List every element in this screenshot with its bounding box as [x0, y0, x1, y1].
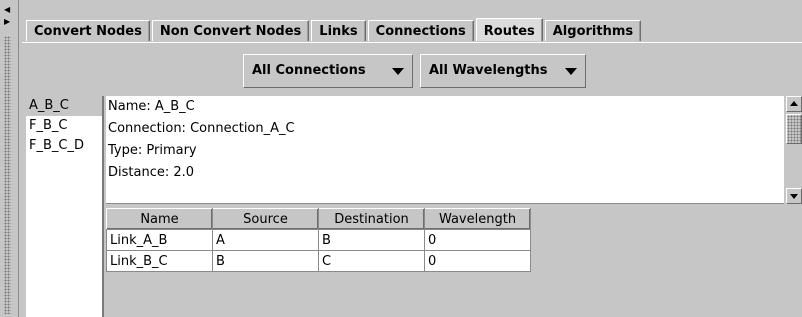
column-header-source[interactable]: Source	[212, 208, 319, 230]
table-row[interactable]: Link_A_B A B 0	[106, 229, 531, 251]
route-type: Type: Primary	[108, 143, 197, 158]
route-connection: Connection: Connection_A_C	[108, 121, 295, 136]
arrow-down-icon	[790, 194, 798, 199]
connection-filter-dropdown[interactable]: All Connections	[243, 54, 413, 88]
tab-bar: Convert Nodes Non Convert Nodes Links Co…	[26, 18, 643, 43]
column-header-wavelength[interactable]: Wavelength	[424, 208, 531, 230]
chevron-down-icon	[392, 68, 404, 75]
wavelength-filter-value: All Wavelengths	[429, 63, 548, 78]
route-links-table: Name Source Destination Wavelength Link_…	[106, 208, 531, 272]
link-name-cell[interactable]: Link_B_C	[106, 250, 213, 272]
link-destination-cell[interactable]: B	[318, 229, 425, 251]
link-wavelength-cell[interactable]: 0	[424, 229, 531, 251]
arrow-up-icon	[790, 101, 798, 106]
link-source-cell[interactable]: B	[212, 250, 319, 272]
scroll-down-button[interactable]	[786, 188, 802, 204]
scroll-up-button[interactable]	[786, 96, 802, 112]
table-header-row: Name Source Destination Wavelength	[106, 208, 531, 230]
tab-algorithms[interactable]: Algorithms	[544, 20, 642, 41]
details-scrollbar[interactable]	[786, 96, 802, 204]
filter-bar: All Connections All Wavelengths	[0, 54, 802, 90]
route-list[interactable]: A_B_C F_B_C F_B_C_D	[26, 96, 104, 317]
route-details-text[interactable]: Name: A_B_C Connection: Connection_A_C T…	[106, 96, 784, 204]
route-item-a-b-c[interactable]: A_B_C	[26, 96, 102, 116]
tab-connections[interactable]: Connections	[367, 20, 474, 41]
route-name: Name: A_B_C	[108, 99, 195, 114]
tab-divider	[22, 42, 802, 43]
route-item-f-b-c[interactable]: F_B_C	[26, 116, 102, 136]
column-header-name[interactable]: Name	[106, 208, 213, 230]
tab-non-convert-nodes[interactable]: Non Convert Nodes	[151, 20, 310, 41]
link-destination-cell[interactable]: C	[318, 250, 425, 272]
split-pane-divider[interactable]: ◀ ▶	[0, 0, 19, 317]
link-source-cell[interactable]: A	[212, 229, 319, 251]
link-wavelength-cell[interactable]: 0	[424, 250, 531, 272]
tab-convert-nodes[interactable]: Convert Nodes	[26, 20, 150, 41]
tab-routes[interactable]: Routes	[475, 18, 543, 41]
collapse-left-arrow-icon[interactable]: ◀	[4, 6, 10, 14]
link-name-cell[interactable]: Link_A_B	[106, 229, 213, 251]
chevron-down-icon	[565, 68, 577, 75]
column-header-destination[interactable]: Destination	[318, 208, 425, 230]
table-row[interactable]: Link_B_C B C 0	[106, 250, 531, 272]
connection-filter-value: All Connections	[252, 63, 366, 78]
expand-right-arrow-icon[interactable]: ▶	[4, 18, 10, 26]
route-item-f-b-c-d[interactable]: F_B_C_D	[26, 136, 102, 156]
tab-links[interactable]: Links	[311, 20, 366, 41]
scrollbar-thumb[interactable]	[786, 114, 802, 144]
route-distance: Distance: 2.0	[108, 165, 195, 180]
wavelength-filter-dropdown[interactable]: All Wavelengths	[420, 54, 586, 88]
